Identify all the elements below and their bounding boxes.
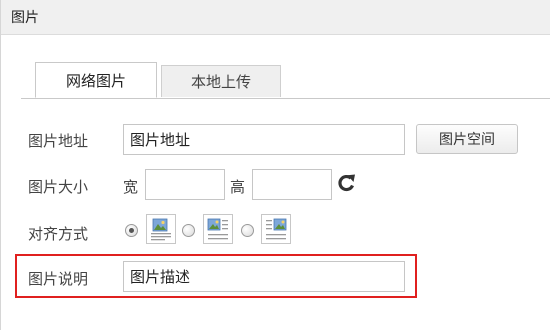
tab-local-upload[interactable]: 本地上传 [161,65,281,97]
align-left-icon[interactable] [203,214,233,244]
align-right-radio[interactable] [241,224,254,237]
image-space-button[interactable]: 图片空间 [416,124,518,154]
dialog-titlebar: 图片 [1,0,550,35]
refresh-icon[interactable] [337,172,357,194]
align-left-radio[interactable] [182,224,195,237]
tab-network-image[interactable]: 网络图片 [35,62,157,98]
description-highlight-box [15,254,417,298]
tab-local-upload-label: 本地上传 [190,73,251,91]
align-default-radio[interactable] [125,224,138,237]
height-input[interactable] [252,169,332,200]
height-label: 高 [230,178,246,196]
dialog-title: 图片 [11,10,39,26]
image-dialog: 图片 网络图片 本地上传 图片地址 图片空间 图片大小 宽 高 对齐方式 [0,0,550,330]
image-space-button-label: 图片空间 [439,132,495,148]
width-label: 宽 [123,178,139,196]
image-url-label: 图片地址 [28,132,89,150]
image-url-input[interactable] [123,124,405,155]
image-size-label: 图片大小 [28,178,89,196]
alignment-label: 对齐方式 [28,225,89,243]
tab-network-image-label: 网络图片 [65,71,126,90]
align-right-icon[interactable] [261,214,291,244]
tab-bar: 网络图片 本地上传 [21,62,550,99]
align-default-icon[interactable] [146,214,176,244]
width-input[interactable] [145,169,225,200]
